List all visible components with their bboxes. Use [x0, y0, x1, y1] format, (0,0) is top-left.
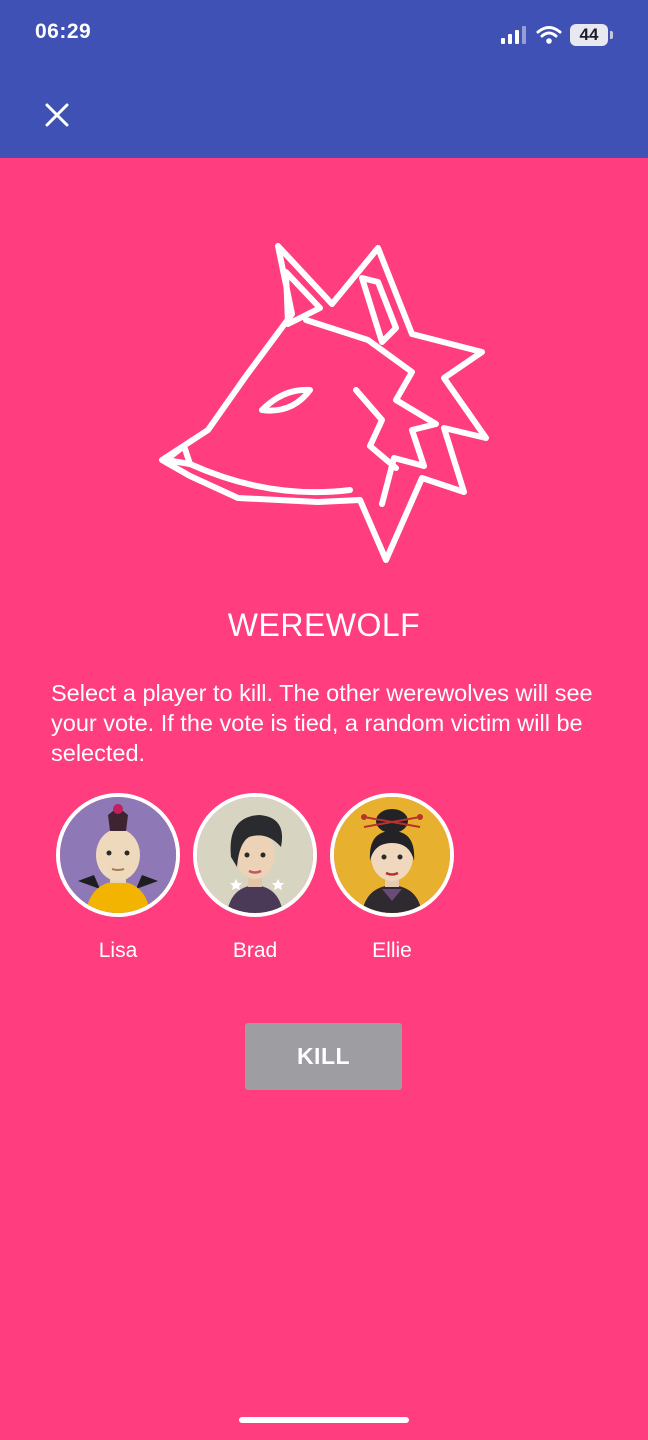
- avatar-ellie: [330, 793, 454, 917]
- app-bar: 06:29 44: [0, 0, 648, 158]
- avatar-lisa: [56, 793, 180, 917]
- status-time: 06:29: [35, 20, 92, 43]
- player-name: Lisa: [98, 939, 138, 962]
- player-name: Brad: [232, 939, 278, 962]
- player-list: Lisa Brad Ellie: [56, 793, 454, 963]
- home-indicator[interactable]: [239, 1417, 409, 1423]
- player-brad[interactable]: Brad: [193, 793, 317, 963]
- player-ellie[interactable]: Ellie: [330, 793, 454, 963]
- wifi-icon: [536, 26, 562, 44]
- role-title: WEREWOLF: [227, 607, 421, 643]
- signal-icon: [501, 26, 526, 44]
- wolf-head-icon: [150, 232, 500, 572]
- close-button[interactable]: [38, 96, 76, 134]
- player-lisa[interactable]: Lisa: [56, 793, 180, 963]
- battery-level: 44: [579, 25, 599, 44]
- player-name: Ellie: [372, 939, 412, 962]
- status-icons: 44: [500, 22, 613, 48]
- close-icon: [45, 103, 69, 127]
- battery-icon: 44: [570, 24, 613, 46]
- avatar-brad: [193, 793, 317, 917]
- kill-button[interactable]: KILL: [245, 1023, 402, 1090]
- role-instructions: Select a player to kill. The other werew…: [51, 680, 593, 766]
- battery-tip: [610, 31, 613, 39]
